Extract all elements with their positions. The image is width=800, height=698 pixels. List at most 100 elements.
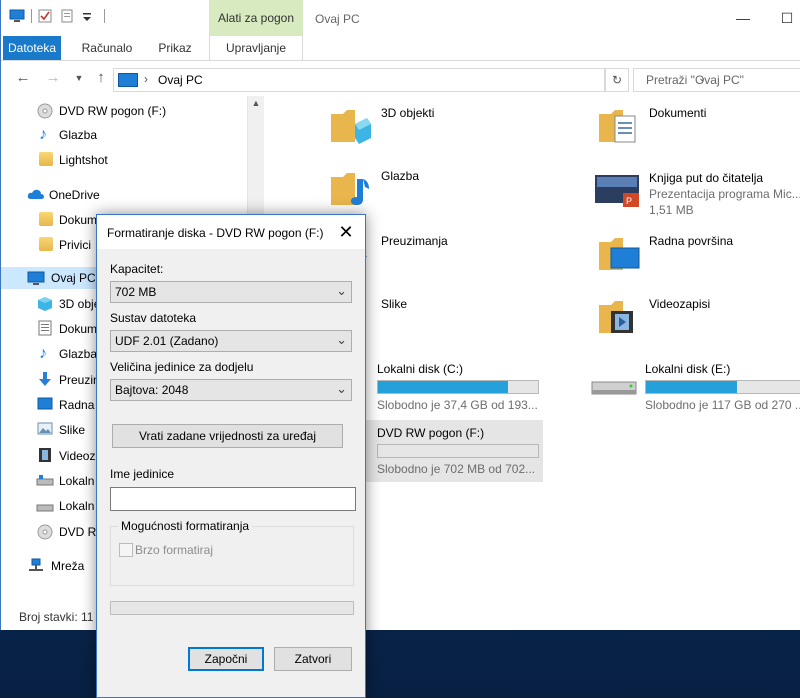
restore-defaults-button[interactable]: Vrati zadane vrijednosti za uređaj bbox=[112, 424, 343, 448]
new-folder-icon[interactable] bbox=[60, 9, 76, 23]
sidebar-item-label: DVD RW pogon (F:) bbox=[59, 104, 167, 118]
drive-icon bbox=[591, 376, 637, 401]
desktop-icon bbox=[37, 397, 53, 413]
sidebar-item-label: Ovaj PC bbox=[51, 271, 96, 285]
volume-label-input[interactable] bbox=[110, 487, 356, 511]
chevron-right-icon[interactable]: › bbox=[144, 72, 148, 86]
powerpoint-file-icon: P bbox=[595, 165, 643, 213]
drive-free-space: Slobodno je 37,4 GB od 193... bbox=[377, 398, 538, 412]
drive-icon bbox=[36, 501, 54, 517]
sidebar-item-label: Lokaln bbox=[59, 474, 95, 488]
toolbar-separator bbox=[104, 9, 105, 23]
volume-label-label: Ime jedinice bbox=[110, 467, 175, 481]
tab-file[interactable]: Datoteka bbox=[3, 36, 61, 60]
folder-icon bbox=[39, 237, 53, 251]
sidebar-item-label: Mreža bbox=[51, 559, 85, 573]
up-arrow-icon[interactable]: ↑ bbox=[93, 70, 109, 86]
videos-folder-icon bbox=[595, 293, 643, 341]
folder-videos[interactable]: Videozapisi bbox=[595, 287, 800, 347]
drive-tools-header: Alati za pogon bbox=[209, 0, 303, 36]
drive-local-e[interactable]: Lokalni disk (E:) Slobodno je 117 GB od … bbox=[591, 358, 800, 420]
refresh-icon[interactable]: ↻ bbox=[605, 68, 629, 92]
sidebar-item-label: 3D obje bbox=[59, 297, 101, 311]
file-presentation[interactable]: P Knjiga put do čitatelja Prezentacija p… bbox=[595, 159, 800, 219]
customize-toolbar-icon[interactable] bbox=[82, 9, 98, 23]
tab-computer[interactable]: Računalo bbox=[71, 36, 143, 60]
address-bar[interactable]: › Ovaj PC ⌄ bbox=[113, 68, 706, 92]
forward-arrow-icon[interactable]: → bbox=[45, 70, 61, 86]
sidebar-item-onedrive[interactable]: OneDrive bbox=[1, 184, 247, 206]
maximize-button[interactable]: ☐ bbox=[779, 10, 795, 26]
3d-objects-folder-icon bbox=[327, 102, 375, 150]
start-button[interactable]: Započni bbox=[188, 647, 264, 671]
sidebar-item-lightshot[interactable]: Lightshot bbox=[1, 149, 247, 171]
cube-icon bbox=[37, 296, 53, 312]
sidebar-item-label: Slike bbox=[59, 423, 86, 437]
sidebar-item-label: Privici bbox=[59, 238, 91, 252]
file-name: Knjiga put do čitatelja bbox=[649, 171, 764, 185]
computer-icon bbox=[118, 73, 138, 87]
navigation-bar: ← → ▼ ↑ › Ovaj PC ⌄ ↻ Pretraži "Ovaj PC" bbox=[1, 64, 800, 94]
folder-name: Dokumenti bbox=[649, 106, 707, 120]
drive-name: Lokalni disk (C:) bbox=[377, 362, 464, 376]
file-system-select[interactable]: UDF 2.01 (Zadano) ⌄ bbox=[110, 330, 352, 352]
back-arrow-icon[interactable]: ← bbox=[15, 70, 31, 86]
drive-name: DVD RW pogon (F:) bbox=[377, 426, 485, 440]
network-icon bbox=[27, 558, 43, 574]
file-size: 1,51 MB bbox=[649, 203, 694, 217]
drive-name: Lokalni disk (E:) bbox=[645, 362, 731, 376]
folder-name: Glazba bbox=[381, 169, 420, 183]
properties-icon[interactable] bbox=[38, 9, 54, 23]
minimize-button[interactable]: — bbox=[735, 10, 751, 26]
folder-documents[interactable]: Dokumenti bbox=[595, 96, 800, 156]
music-note-icon: ♪ bbox=[39, 126, 47, 143]
folder-downloads[interactable]: Preuzimanja bbox=[327, 224, 597, 284]
sidebar-item-label: Dokum bbox=[59, 213, 98, 227]
dvd-drive-icon bbox=[37, 103, 53, 119]
capacity-value: 702 MB bbox=[115, 285, 157, 299]
ribbon-tabs: Datoteka Računalo Prikaz Upravljanje bbox=[1, 36, 800, 61]
sidebar-item-label: DVD R bbox=[59, 525, 97, 539]
search-input[interactable]: Pretraži "Ovaj PC" bbox=[633, 68, 800, 92]
sidebar-item-label: OneDrive bbox=[49, 188, 100, 202]
folder-name: Preuzimanja bbox=[381, 234, 448, 248]
drive-local-c[interactable]: Lokalni disk (C:) Slobodno je 37,4 GB od… bbox=[327, 358, 607, 420]
chevron-down-icon: ⌄ bbox=[336, 332, 347, 347]
capacity-select[interactable]: 702 MB ⌄ bbox=[110, 281, 352, 303]
allocation-unit-select[interactable]: Bajtova: 2048 ⌄ bbox=[110, 379, 352, 401]
search-placeholder: Pretraži "Ovaj PC" bbox=[646, 73, 744, 87]
folder-3d-objects[interactable]: 3D objekti bbox=[327, 96, 597, 156]
sidebar-item-music[interactable]: ♪ Glazba bbox=[1, 124, 247, 146]
sidebar-item-label: Glazba bbox=[59, 128, 98, 142]
svg-text:P: P bbox=[626, 196, 632, 206]
item-count: Broj stavki: 11 bbox=[19, 610, 94, 624]
folder-music[interactable]: Glazba bbox=[327, 159, 597, 219]
scroll-up-icon[interactable]: ▲ bbox=[248, 98, 264, 108]
dvd-drive-icon bbox=[37, 524, 53, 540]
tab-view[interactable]: Prikaz bbox=[147, 36, 203, 60]
folder-pictures[interactable]: Slike bbox=[327, 287, 597, 347]
recent-locations-icon[interactable]: ▼ bbox=[71, 70, 87, 86]
folder-icon bbox=[39, 212, 53, 226]
folder-desktop[interactable]: Radna površina bbox=[595, 224, 800, 284]
file-type: Prezentacija programa Mic... bbox=[649, 187, 800, 201]
desktop-folder-icon bbox=[595, 230, 643, 278]
sidebar-item-label: Glazba bbox=[59, 347, 98, 361]
tab-manage[interactable]: Upravljanje bbox=[209, 36, 303, 60]
close-button[interactable]: Zatvori bbox=[274, 647, 352, 671]
quick-format-checkbox[interactable] bbox=[119, 543, 133, 557]
music-folder-icon bbox=[327, 165, 375, 213]
dialog-title: Formatiranje diska - DVD RW pogon (F:) bbox=[107, 226, 324, 240]
capacity-label: Kapacitet: bbox=[110, 262, 164, 276]
drive-free-space: Slobodno je 117 GB od 270 ... bbox=[645, 398, 800, 412]
close-icon[interactable]: ✕ bbox=[335, 221, 357, 243]
download-arrow-icon bbox=[37, 371, 53, 387]
sidebar-item-dvd-drive[interactable]: DVD RW pogon (F:) bbox=[1, 100, 247, 122]
computer-icon[interactable] bbox=[9, 9, 25, 23]
drive-free-space: Slobodno je 702 MB od 702... bbox=[377, 462, 536, 476]
film-icon bbox=[38, 447, 54, 463]
chevron-down-icon: ⌄ bbox=[336, 381, 347, 396]
breadcrumb[interactable]: Ovaj PC bbox=[158, 73, 203, 87]
folder-name: Slike bbox=[381, 297, 408, 311]
toolbar-separator bbox=[31, 9, 32, 23]
